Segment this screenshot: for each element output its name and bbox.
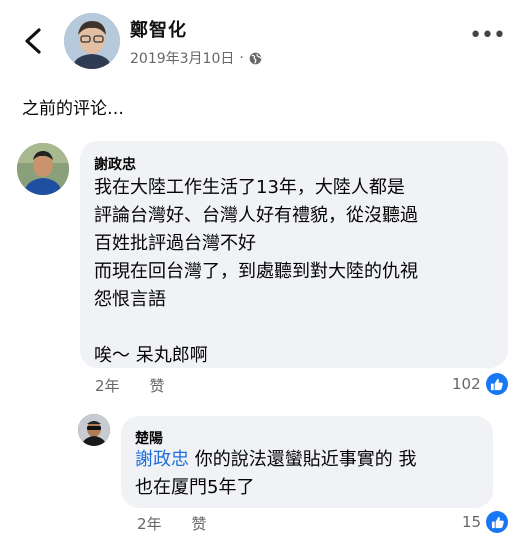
reply-commenter-name[interactable]: 楚陽 <box>135 428 163 448</box>
reply-time[interactable]: 2年 <box>137 513 162 534</box>
reaction-count: 102 <box>452 375 481 393</box>
meta-separator: · <box>239 50 244 66</box>
author-name[interactable]: 鄭智化 <box>130 16 187 42</box>
section-title: 之前的评论… <box>22 99 124 119</box>
globe-icon <box>249 52 262 64</box>
more-dots-icon[interactable]: ••• <box>469 25 506 47</box>
mention-link[interactable]: 謝政忠 <box>135 449 189 470</box>
commenter-avatar[interactable] <box>17 143 69 195</box>
post-date[interactable]: 2019年3月10日 <box>130 48 234 68</box>
reaction-summary[interactable]: 102 <box>452 373 508 395</box>
reply-like-button[interactable]: 赞 <box>192 513 207 534</box>
comment-time[interactable]: 2年 <box>95 375 120 396</box>
reply-reaction-summary[interactable]: 15 <box>462 511 509 533</box>
commenter-name[interactable]: 謝政忠 <box>94 154 136 174</box>
comment-bubble: 謝政忠 我在大陸工作生活了13年，大陸人都是 評論台灣好、台灣人好有禮貌，從沒聽… <box>80 141 508 368</box>
thumbs-up-icon <box>485 373 508 395</box>
reply-text: 謝政忠 你的說法還蠻貼近事實的 我 也在厦門5年了 <box>135 446 485 502</box>
post-header: 鄭智化 2019年3月10日 · ••• <box>0 0 525 78</box>
like-button[interactable]: 赞 <box>150 375 165 396</box>
author-avatar[interactable] <box>64 13 120 69</box>
reply-reaction-count: 15 <box>462 513 482 531</box>
comment-text: 我在大陸工作生活了13年，大陸人都是 評論台灣好、台灣人好有禮貌，從沒聽過 百姓… <box>94 177 418 366</box>
reply-actions: 2年 赞 <box>137 513 207 534</box>
reply-commenter-avatar[interactable] <box>78 414 110 446</box>
reply-bubble: 楚陽 謝政忠 你的說法還蠻貼近事實的 我 也在厦門5年了 <box>121 416 493 508</box>
post-meta: 2019年3月10日 · <box>130 48 262 68</box>
comment-actions: 2年 赞 <box>95 375 165 396</box>
thumbs-up-icon <box>486 511 509 533</box>
chevron-left-icon[interactable] <box>20 27 46 55</box>
